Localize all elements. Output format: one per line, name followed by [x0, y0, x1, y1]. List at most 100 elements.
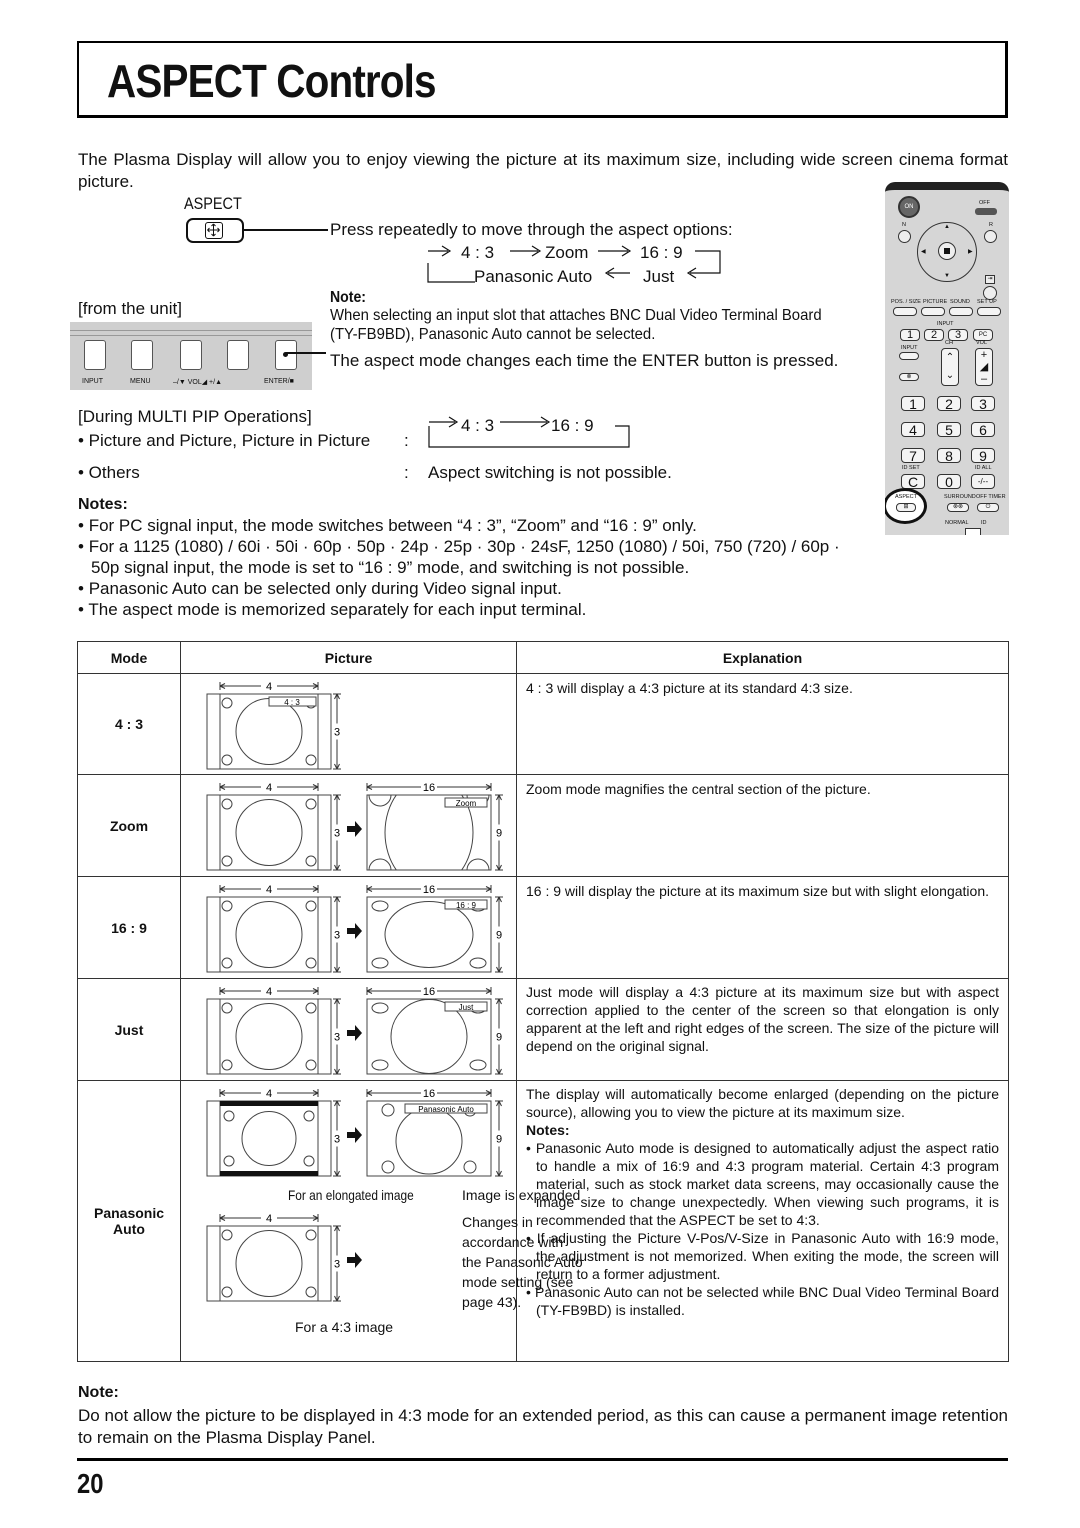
multi-pip-heading: [During MULTI PIP Operations]: [78, 407, 312, 426]
volume-rocker[interactable]: + ◢ –: [975, 348, 993, 386]
sound-button[interactable]: [949, 307, 973, 316]
corner-circle: [305, 900, 317, 912]
table-row: Zoom 43 Zoom 16 9 Zoom mode magnifies the …: [77, 774, 1009, 877]
up-arrow-icon: ▲: [944, 224, 950, 230]
ch-label: CH: [945, 340, 953, 346]
unit-enter-label: ENTER/■: [264, 378, 294, 385]
dimension-label: 4: [266, 1213, 272, 1225]
table-row: Panasonic Auto 43 Panasonic Auto 16 9 For …: [77, 1080, 1009, 1362]
pip-cycle-diagram: [428, 416, 630, 448]
picture-cell: 43 Zoom 16 9: [180, 774, 517, 877]
unit-menu-button[interactable]: [131, 340, 153, 370]
remote-aspect-button[interactable]: ⊞: [896, 503, 916, 512]
n-button[interactable]: [898, 230, 911, 243]
test-circle: [235, 698, 303, 765]
digit-7-button[interactable]: 7: [901, 448, 925, 463]
mode-cell: 4 : 3: [77, 673, 181, 775]
cycle-option-zoom: Zoom: [545, 243, 589, 262]
digit-5-button[interactable]: 5: [937, 422, 961, 437]
right-arrow-icon: [347, 1252, 362, 1268]
aspect-modes-table: Mode Picture Explanation 4 : 3 4 : 343 4…: [77, 641, 1009, 1362]
input-2-button[interactable]: 2: [924, 329, 944, 341]
digit-3-button[interactable]: 3: [971, 396, 995, 411]
pos-size-button[interactable]: [893, 307, 917, 316]
corner-circle: [305, 1286, 317, 1298]
dash-button[interactable]: -/--: [971, 474, 995, 489]
dimension-label: 4: [266, 884, 272, 896]
digit-6-button[interactable]: 6: [971, 422, 995, 437]
digit-0-button[interactable]: 0: [937, 474, 961, 489]
input-button[interactable]: [899, 352, 919, 360]
off-timer-button[interactable]: ⏻: [977, 503, 999, 512]
picture-button[interactable]: [921, 307, 945, 316]
setup-label: SET UP: [977, 299, 997, 305]
right-arrow-icon: [347, 1127, 362, 1143]
screen-diagram-svg: 43: [206, 1212, 362, 1302]
multi-pip-others-value: Aspect switching is not possible.: [428, 463, 672, 482]
r-button[interactable]: [984, 230, 997, 243]
picture-area: [219, 1225, 319, 1302]
notes-heading: Notes:: [78, 496, 128, 513]
power-off-button[interactable]: [975, 208, 997, 215]
multi-pip-sep: :: [404, 431, 409, 450]
screen-diagram-svg: 16 : 9 16 9: [366, 883, 504, 973]
right-arrow-icon: ▶: [968, 249, 973, 255]
caption-elongated: For an elongated image: [288, 1187, 414, 1203]
cycle-option-panasonic-auto: Panasonic Auto: [474, 267, 593, 286]
dimension-label: 16: [423, 986, 435, 998]
multi-pip-item-others: • Others: [78, 463, 140, 482]
diagram-43-image-source: 43: [206, 1210, 366, 1311]
mode-tag-label: Zoom: [456, 799, 477, 808]
direction-pad[interactable]: ▲ ▼ ◀ ▶: [917, 222, 977, 282]
unit-enter-button[interactable]: [275, 340, 297, 370]
input-group-label: INPUT: [937, 321, 954, 327]
dpad-enter-button[interactable]: [938, 242, 956, 260]
header-explanation: Explanation: [516, 641, 1009, 674]
clear-button[interactable]: C: [901, 474, 925, 489]
mode-tag-label: Just: [459, 1003, 474, 1012]
dimension-label: 3: [334, 727, 340, 739]
digit-2-button[interactable]: 2: [937, 396, 961, 411]
notes-list: • For PC signal input, the mode switches…: [78, 515, 858, 620]
unit-input-button[interactable]: [84, 340, 106, 370]
corner-circle: [221, 1002, 233, 1014]
remote-control: ON OFF N R ▲ ▼ ◀ ▶ ⇥ POS. / SIZE PICTURE…: [885, 182, 1009, 535]
screen-frame: [206, 998, 332, 1075]
input-exit-icon: ⇥: [985, 275, 995, 284]
enter-callout-line: [286, 352, 326, 354]
picture-label: PICTURE: [923, 299, 948, 305]
unit-vol-down-button[interactable]: [180, 340, 202, 370]
note-item: • Panasonic Auto mode is designed to aut…: [526, 1140, 999, 1228]
dimension-label: 9: [496, 1134, 502, 1146]
caption-expanded: Image is expanded: [462, 1187, 581, 1203]
mode-cell: Just: [77, 978, 181, 1081]
unit-vol-up-button[interactable]: [227, 340, 249, 370]
header-picture: Picture: [180, 641, 517, 674]
screen-frame: [206, 1225, 332, 1302]
callout-line: [244, 229, 328, 231]
normal-id-switch[interactable]: [965, 528, 981, 535]
test-circle: [395, 1107, 463, 1175]
digit-8-button[interactable]: 8: [937, 448, 961, 463]
picture-cell: 43 Panasonic Auto 16 9 For an elongated im…: [180, 1080, 583, 1362]
power-on-button[interactable]: ON: [898, 196, 920, 218]
setup-button[interactable]: [977, 307, 1001, 316]
mute-button[interactable]: ⊗: [899, 373, 919, 381]
test-circle: [235, 1003, 303, 1070]
dimension-label: 4: [266, 1088, 272, 1100]
input-1-button[interactable]: 1: [900, 329, 920, 341]
channel-rocker[interactable]: ⌃ ⌄: [941, 348, 959, 386]
digit-9-button[interactable]: 9: [971, 448, 995, 463]
left-arrow-icon: ◀: [921, 249, 926, 255]
picture-cell: 43 16 : 9 16 9: [180, 876, 517, 979]
digit-4-button[interactable]: 4: [901, 422, 925, 437]
dimension-label: 16: [423, 884, 435, 896]
table-row: 4 : 3 4 : 3 4 3 4 : 3 will display a 4:3 p…: [77, 673, 1009, 775]
aspect-button[interactable]: [186, 218, 244, 243]
recall-button[interactable]: [983, 286, 997, 300]
from-unit-label: [from the unit]: [78, 299, 182, 318]
digit-1-button[interactable]: 1: [901, 396, 925, 411]
picture-area: [219, 998, 319, 1075]
surround-button[interactable]: ⊗⊗: [947, 503, 969, 512]
right-arrow-icon: [347, 821, 362, 837]
